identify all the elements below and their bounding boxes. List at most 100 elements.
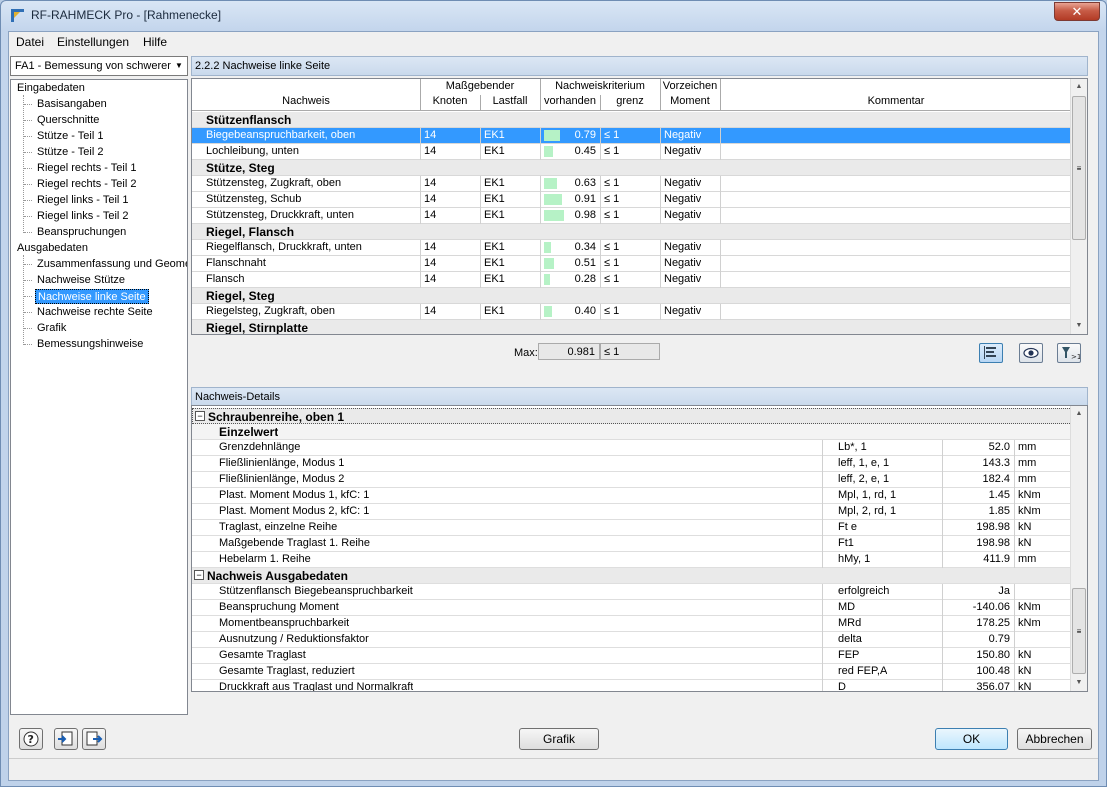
- col-nachweis[interactable]: Nachweis: [192, 95, 420, 107]
- col-knoten[interactable]: Knoten: [420, 95, 480, 107]
- scroll-thumb[interactable]: ≡: [1072, 96, 1086, 240]
- cell-lastfall: EK1: [484, 193, 505, 205]
- app-icon: [11, 9, 24, 22]
- tree-root-output[interactable]: Ausgabedaten: [17, 241, 88, 256]
- details-label: Grenzdehnlänge: [219, 441, 301, 453]
- scroll-up-icon[interactable]: ▲: [1071, 79, 1087, 95]
- scroll-down-icon[interactable]: ▼: [1071, 675, 1087, 691]
- col-lastfall[interactable]: Lastfall: [480, 95, 540, 107]
- details-unit: kNm: [1018, 489, 1041, 501]
- details-symbol: FEP: [838, 649, 860, 661]
- details-row[interactable]: Beanspruchung Moment MD -140.06 kNm: [192, 600, 1072, 616]
- details-row[interactable]: Gesamte Traglast FEP 150.80 kN: [192, 648, 1072, 664]
- details-row[interactable]: Traglast, einzelne Reihe Ft e 198.98 kN: [192, 520, 1072, 536]
- cell-vorzeichen: Negativ: [664, 193, 702, 205]
- scroll-thumb[interactable]: ≡: [1072, 588, 1086, 674]
- export-button[interactable]: [82, 728, 106, 750]
- details-group[interactable]: − Schraubenreihe, oben 1: [192, 408, 1072, 424]
- cell-nachweis: Flansch: [206, 273, 245, 285]
- tree-item-input[interactable]: Riegel rechts - Teil 1: [37, 161, 136, 176]
- details-row[interactable]: Druckkraft aus Traglast und Normalkraft …: [192, 680, 1072, 691]
- case-select[interactable]: FA1 - Bemessung von schwerer ▼: [10, 56, 188, 76]
- table-row[interactable]: Lochleibung, unten 14 EK1 0.45 ≤ 1 Negat…: [192, 144, 1072, 160]
- menu-hilfe[interactable]: Hilfe: [143, 35, 167, 49]
- details-value: 143.3: [982, 457, 1010, 469]
- table-row[interactable]: Stützensteg, Schub 14 EK1 0.91 ≤ 1 Negat…: [192, 192, 1072, 208]
- table-row[interactable]: Stützensteg, Zugkraft, oben 14 EK1 0.63 …: [192, 176, 1072, 192]
- grafik-button[interactable]: Grafik: [519, 728, 599, 750]
- import-button[interactable]: [54, 728, 78, 750]
- window-title: RF-RAHMECK Pro - [Rahmenecke]: [31, 8, 222, 22]
- col-kommentar[interactable]: Kommentar: [720, 95, 1072, 107]
- details-symbol: red FEP,A: [838, 665, 888, 677]
- max-grenz: ≤ 1: [600, 343, 660, 360]
- menu-datei[interactable]: Datei: [16, 35, 44, 49]
- tree-item-output[interactable]: Bemessungshinweise: [37, 337, 143, 352]
- details-vertical-scrollbar[interactable]: ▲ ≡ ▼: [1070, 406, 1087, 691]
- tree-item-input[interactable]: Riegel rechts - Teil 2: [37, 177, 136, 192]
- cell-knoten: 14: [424, 193, 437, 205]
- table-row[interactable]: Stützensteg, Druckkraft, unten 14 EK1 0.…: [192, 208, 1072, 224]
- details-group-label: Schraubenreihe, oben 1: [208, 410, 345, 424]
- tree-item-output[interactable]: Nachweise rechte Seite: [37, 305, 153, 320]
- tree-item-input[interactable]: Beanspruchungen: [37, 225, 126, 240]
- tree-item-output[interactable]: Zusammenfassung und Geome: [37, 257, 187, 272]
- col-moment[interactable]: Moment: [660, 95, 720, 107]
- details-label: Beanspruchung Moment: [219, 601, 339, 613]
- tree-item-input[interactable]: Stütze - Teil 1: [37, 129, 103, 144]
- tree-item-input[interactable]: Stütze - Teil 2: [37, 145, 103, 160]
- col-kriterium: Nachweiskriterium: [555, 80, 645, 92]
- help-button[interactable]: ?: [19, 728, 43, 750]
- details-row[interactable]: Maßgebende Traglast 1. Reihe Ft1 198.98 …: [192, 536, 1072, 552]
- tree-item-input[interactable]: Querschnitte: [37, 113, 99, 128]
- details-row[interactable]: Fließlinienlänge, Modus 1 leff, 1, e, 1 …: [192, 456, 1072, 472]
- table-row[interactable]: Flansch 14 EK1 0.28 ≤ 1 Negativ: [192, 272, 1072, 288]
- table-row[interactable]: Biegebeanspruchbarkeit, oben 14 EK1 0.79…: [192, 128, 1072, 144]
- col-grenz[interactable]: grenz: [600, 95, 660, 107]
- group-row: Stützenflansch: [192, 112, 1072, 128]
- scroll-down-icon[interactable]: ▼: [1071, 318, 1087, 334]
- chevron-down-icon[interactable]: ▼: [171, 57, 187, 75]
- close-button[interactable]: ✕: [1054, 2, 1100, 21]
- details-row[interactable]: Plast. Moment Modus 2, kfC: 1 Mpl, 2, rd…: [192, 504, 1072, 520]
- details-symbol: hMy, 1: [838, 553, 871, 565]
- details-row[interactable]: Plast. Moment Modus 1, kfC: 1 Mpl, 1, rd…: [192, 488, 1072, 504]
- navigator-tree: Eingabedaten Basisangaben Querschnitte Stü…: [10, 79, 188, 715]
- table-row[interactable]: Flanschnaht 14 EK1 0.51 ≤ 1 Negativ: [192, 256, 1072, 272]
- details-symbol: leff, 1, e, 1: [838, 457, 890, 469]
- tree-item-output[interactable]: Nachweise linke Seite: [35, 289, 149, 304]
- details-row[interactable]: Momentbeanspruchbarkeit MRd 178.25 kNm: [192, 616, 1072, 632]
- tree-item-input[interactable]: Basisangaben: [37, 97, 107, 112]
- details-row[interactable]: Grenzdehnlänge Lb*, 1 52.0 mm: [192, 440, 1072, 456]
- details-label: Plast. Moment Modus 1, kfC: 1: [219, 489, 370, 501]
- table-settings-button[interactable]: [979, 343, 1003, 363]
- tree-root-input[interactable]: Eingabedaten: [17, 81, 85, 96]
- view-button[interactable]: [1019, 343, 1043, 363]
- col-vorhanden[interactable]: vorhanden: [540, 95, 600, 107]
- details-row[interactable]: Hebelarm 1. Reihe hMy, 1 411.9 mm: [192, 552, 1072, 568]
- details-row[interactable]: Stützenflansch Biegebeanspruchbarkeit er…: [192, 584, 1072, 600]
- ok-button[interactable]: OK: [935, 728, 1008, 750]
- collapse-icon[interactable]: −: [194, 570, 204, 580]
- tree-item-output[interactable]: Nachweise Stütze: [37, 273, 125, 288]
- tree-item-input[interactable]: Riegel links - Teil 1: [37, 193, 129, 208]
- details-group[interactable]: − Nachweis Ausgabedaten: [192, 568, 1072, 584]
- cancel-button[interactable]: Abbrechen: [1017, 728, 1092, 750]
- tree-item-output[interactable]: Grafik: [37, 321, 66, 336]
- cell-nachweis: Stützensteg, Schub: [206, 193, 302, 205]
- details-row[interactable]: Fließlinienlänge, Modus 2 leff, 2, e, 1 …: [192, 472, 1072, 488]
- cell-knoten: 14: [424, 257, 437, 269]
- cell-lastfall: EK1: [484, 129, 505, 141]
- table-row[interactable]: Riegelflansch, Druckkraft, unten 14 EK1 …: [192, 240, 1072, 256]
- menu-einstellungen[interactable]: Einstellungen: [57, 35, 129, 49]
- filter-button[interactable]: >1: [1057, 343, 1081, 363]
- details-row[interactable]: Gesamte Traglast, reduziert red FEP,A 10…: [192, 664, 1072, 680]
- table-vertical-scrollbar[interactable]: ▲ ≡ ▼: [1070, 79, 1087, 334]
- tree-item-input[interactable]: Riegel links - Teil 2: [37, 209, 129, 224]
- svg-text:?: ?: [28, 733, 34, 746]
- details-row[interactable]: Ausnutzung / Reduktionsfaktor delta 0.79: [192, 632, 1072, 648]
- collapse-icon[interactable]: −: [195, 411, 205, 421]
- group-row: Riegel, Stirnplatte: [192, 320, 1072, 334]
- scroll-up-icon[interactable]: ▲: [1071, 406, 1087, 422]
- table-row[interactable]: Riegelsteg, Zugkraft, oben 14 EK1 0.40 ≤…: [192, 304, 1072, 320]
